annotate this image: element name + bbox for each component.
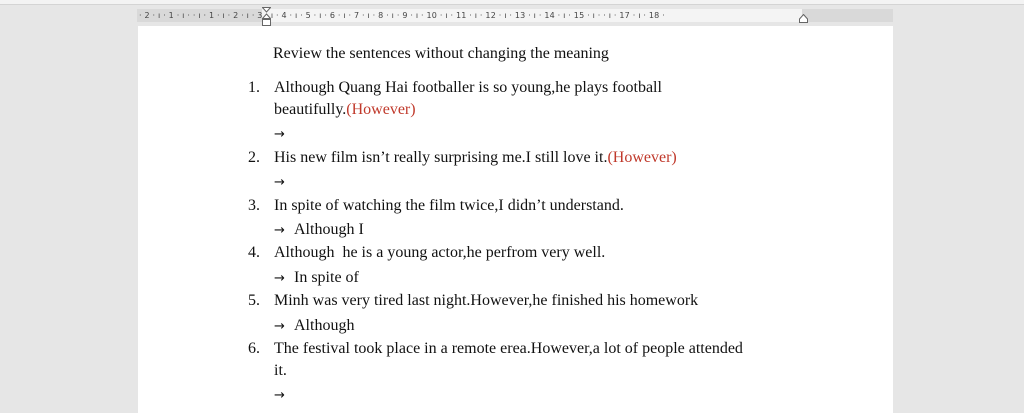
- item-hint: (However): [607, 149, 677, 166]
- item-sentence-line2: beautifully.(However): [274, 101, 416, 118]
- item-number: 2.: [248, 149, 260, 166]
- item-sentence: In spite of watching the film twice,I di…: [274, 197, 624, 214]
- answer-text: Although: [294, 317, 355, 334]
- answer-line-6[interactable]: →: [274, 384, 294, 407]
- item-sentence: Minh was very tired last night.However,h…: [274, 292, 699, 309]
- answer-text: In spite of: [294, 269, 359, 286]
- ruler-ticks: · 2 · ı · 1 · ı · · ı · 1 · ı · 2 · ı · …: [139, 11, 665, 20]
- indent-marker-icon[interactable]: [262, 7, 271, 27]
- answer-line-2[interactable]: →: [274, 171, 294, 194]
- answer-line-3[interactable]: → Although I: [274, 219, 364, 242]
- right-indent-marker-icon[interactable]: [799, 14, 808, 23]
- item-number: 4.: [248, 244, 260, 261]
- arrow-icon: →: [274, 223, 285, 238]
- answer-line-4[interactable]: → In spite of: [274, 267, 359, 290]
- answer-line-1[interactable]: →: [274, 123, 294, 146]
- item-sentence-line2: it.: [274, 362, 287, 379]
- item-sentence: Although he is a young actor,he perfrom …: [274, 244, 606, 261]
- item-number: 5.: [248, 292, 260, 309]
- answer-line-5[interactable]: → Although: [274, 315, 354, 338]
- horizontal-ruler[interactable]: · 2 · ı · 1 · ı · · ı · 1 · ı · 2 · ı · …: [137, 9, 893, 22]
- item-sentence-line1: The festival took place in a remote erea…: [274, 340, 743, 357]
- arrow-icon: →: [274, 319, 285, 334]
- item-number: 6.: [248, 340, 260, 357]
- item-sentence: His new film isn’t really surprising me.…: [274, 149, 677, 166]
- document-title: Review the sentences without changing th…: [273, 45, 609, 62]
- item-sentence-line1: Although Quang Hai footballer is so youn…: [274, 79, 662, 96]
- document-page[interactable]: Review the sentences without changing th…: [138, 26, 893, 413]
- item-number: 1.: [248, 79, 260, 96]
- ribbon-bottom-edge: [0, 0, 1024, 5]
- item-hint: (However): [346, 101, 416, 118]
- arrow-icon: →: [274, 388, 285, 403]
- arrow-icon: →: [274, 127, 285, 142]
- arrow-icon: →: [274, 271, 285, 286]
- answer-text: Although I: [294, 221, 364, 238]
- arrow-icon: →: [274, 175, 285, 190]
- item-number: 3.: [248, 197, 260, 214]
